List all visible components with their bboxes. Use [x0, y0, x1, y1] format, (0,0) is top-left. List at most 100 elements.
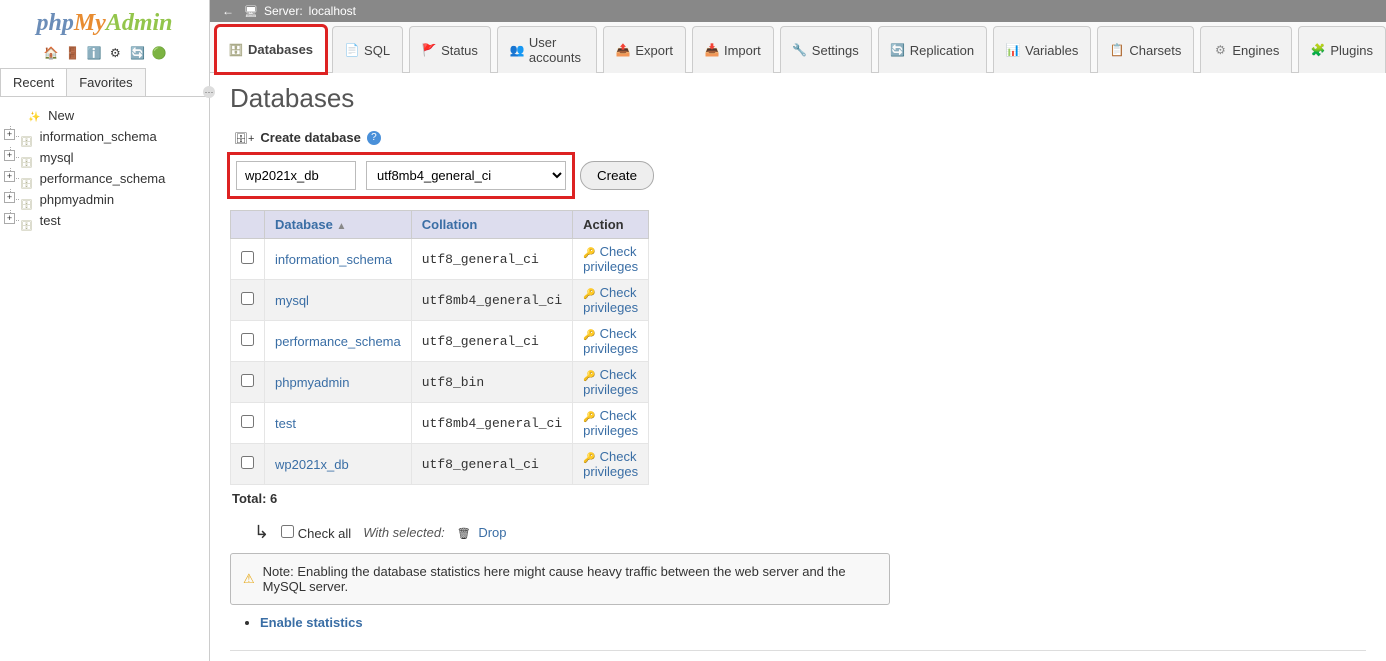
create-button[interactable]: Create: [580, 161, 654, 190]
server-label: Server:: [264, 4, 303, 18]
check-all-checkbox[interactable]: [281, 525, 294, 538]
database-icon: [20, 217, 32, 227]
tree-item[interactable]: + performance_schema: [6, 168, 203, 189]
tree-db-label: phpmyadmin: [40, 192, 114, 207]
row-checkbox[interactable]: [241, 415, 254, 428]
favorites-tab[interactable]: Favorites: [66, 68, 145, 96]
table-row: information_schemautf8_general_ciCheck p…: [231, 239, 649, 280]
db-name-link[interactable]: performance_schema: [275, 334, 401, 349]
users-icon: [510, 43, 524, 57]
tab-variables[interactable]: Variables: [993, 26, 1091, 73]
th-database[interactable]: Database ▲: [265, 211, 412, 239]
expand-icon[interactable]: +: [4, 150, 15, 161]
row-collation: utf8mb4_general_ci: [411, 280, 572, 321]
tree-new[interactable]: New: [6, 105, 203, 126]
tree-new-label: New: [48, 108, 74, 123]
expand-icon[interactable]: +: [4, 129, 15, 140]
collation-select[interactable]: utf8mb4_general_ci: [366, 161, 566, 190]
database-icon: [20, 175, 32, 185]
row-collation: utf8_general_ci: [411, 239, 572, 280]
tab-replication[interactable]: Replication: [878, 26, 987, 73]
drop-action[interactable]: Drop: [457, 525, 507, 540]
database-icon: [20, 196, 32, 206]
row-checkbox[interactable]: [241, 333, 254, 346]
privileges-icon: [583, 408, 599, 423]
privileges-icon: [583, 244, 599, 259]
tab-settings[interactable]: Settings: [780, 26, 872, 73]
tab-label: Settings: [812, 43, 859, 58]
charsets-icon: [1110, 43, 1124, 57]
tree-item[interactable]: + information_schema: [6, 126, 203, 147]
collapse-handle-icon[interactable]: ⋯: [203, 86, 215, 98]
db-tree: New + information_schema + mysql + perfo…: [0, 97, 209, 239]
refresh-icon[interactable]: 🟢: [152, 46, 166, 60]
row-checkbox[interactable]: [241, 374, 254, 387]
db-name-input[interactable]: [236, 161, 356, 190]
recent-tabs: Recent Favorites: [0, 68, 209, 97]
tab-label: Status: [441, 43, 478, 58]
sql-icon: [345, 43, 359, 57]
logout-icon[interactable]: 🚪: [65, 46, 79, 60]
db-name-link[interactable]: wp2021x_db: [275, 457, 349, 472]
database-icon: [20, 154, 32, 164]
reload-icon[interactable]: 🔄: [130, 46, 144, 60]
tree-item[interactable]: + phpmyadmin: [6, 189, 203, 210]
tab-engines[interactable]: Engines: [1200, 26, 1292, 73]
table-row: phpmyadminutf8_binCheck privileges: [231, 362, 649, 403]
tree-item[interactable]: + mysql: [6, 147, 203, 168]
db-name-link[interactable]: mysql: [275, 293, 309, 308]
bulk-actions: ↳ Check all With selected: Drop: [230, 512, 1366, 553]
tab-charsets[interactable]: Charsets: [1097, 26, 1194, 73]
tab-export[interactable]: Export: [603, 26, 686, 73]
tab-sql[interactable]: SQL: [332, 26, 403, 73]
wrench-icon: [793, 43, 807, 57]
logo[interactable]: phpMyAdmin: [0, 0, 209, 41]
expand-icon[interactable]: +: [4, 171, 15, 182]
databases-icon: [229, 43, 243, 57]
note-box: Note: Enabling the database statistics h…: [230, 553, 890, 605]
tree-db-label: test: [40, 213, 61, 228]
tab-plugins[interactable]: Plugins: [1298, 26, 1386, 73]
tab-databases[interactable]: Databases: [216, 26, 326, 73]
server-name[interactable]: localhost: [309, 4, 356, 18]
expand-icon[interactable]: +: [4, 192, 15, 203]
logo-php: php: [36, 10, 73, 36]
db-name-link[interactable]: information_schema: [275, 252, 392, 267]
row-collation: utf8_bin: [411, 362, 572, 403]
tab-import[interactable]: Import: [692, 26, 774, 73]
drop-icon: [457, 525, 475, 540]
tab-user-accounts[interactable]: User accounts: [497, 26, 597, 73]
check-all[interactable]: Check all: [281, 525, 351, 541]
drop-label: Drop: [478, 525, 506, 540]
create-section: Create database ? utf8mb4_general_ci Cre…: [230, 130, 1366, 196]
replication-icon: [891, 43, 905, 57]
th-action: Action: [573, 211, 649, 239]
back-arrow-icon[interactable]: ←: [218, 4, 238, 18]
warning-icon: [243, 571, 255, 587]
row-checkbox[interactable]: [241, 456, 254, 469]
tree-item[interactable]: + test: [6, 210, 203, 231]
th-collation[interactable]: Collation: [411, 211, 572, 239]
tab-label: User accounts: [529, 35, 584, 65]
tab-status[interactable]: Status: [409, 26, 491, 73]
row-collation: utf8_general_ci: [411, 321, 572, 362]
plugins-icon: [1311, 43, 1325, 57]
privileges-icon: [583, 326, 599, 341]
tree-db-label: performance_schema: [40, 171, 166, 186]
home-icon[interactable]: 🏠: [43, 46, 57, 60]
db-name-link[interactable]: test: [275, 416, 296, 431]
new-db-icon: [28, 108, 44, 123]
server-icon: [244, 4, 258, 18]
check-all-label: Check all: [298, 526, 351, 541]
row-checkbox[interactable]: [241, 292, 254, 305]
db-name-link[interactable]: phpmyadmin: [275, 375, 349, 390]
settings-icon[interactable]: ⚙: [108, 46, 122, 60]
row-checkbox[interactable]: [241, 251, 254, 264]
enable-statistics-link[interactable]: Enable statistics: [260, 615, 363, 630]
expand-icon[interactable]: +: [4, 213, 15, 224]
docs-icon[interactable]: ℹ️: [87, 46, 101, 60]
tab-label: Import: [724, 43, 761, 58]
create-form-highlight: utf8mb4_general_ci: [230, 155, 572, 196]
recent-tab[interactable]: Recent: [0, 68, 67, 96]
help-icon[interactable]: ?: [367, 131, 381, 145]
